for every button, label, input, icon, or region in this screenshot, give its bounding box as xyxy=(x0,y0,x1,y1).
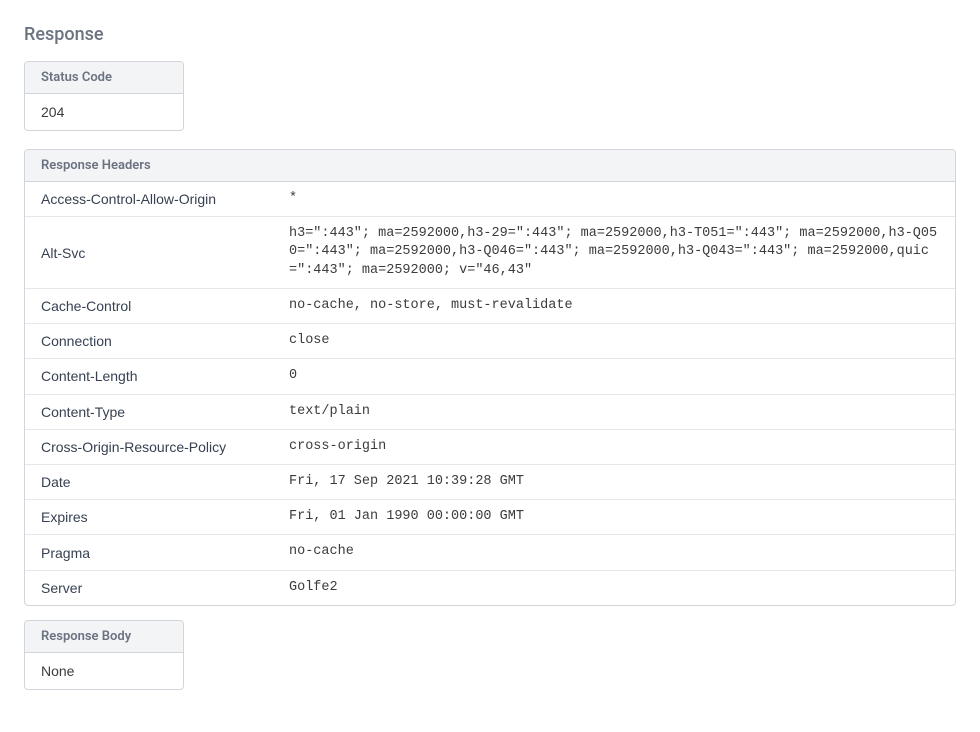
header-value: Fri, 17 Sep 2021 10:39:28 GMT xyxy=(273,464,955,499)
table-row: Content-Length0 xyxy=(25,359,955,394)
status-code-value: 204 xyxy=(25,94,183,130)
header-value: text/plain xyxy=(273,394,955,429)
header-value: 0 xyxy=(273,359,955,394)
header-value: * xyxy=(273,182,955,217)
table-row: ServerGolfe2 xyxy=(25,570,955,605)
response-body-box: Response Body None xyxy=(24,620,184,690)
header-value: no-cache, no-store, must-revalidate xyxy=(273,288,955,323)
response-headers-table: Access-Control-Allow-Origin*Alt-Svch3=":… xyxy=(25,182,955,605)
header-key: Alt-Svc xyxy=(25,217,273,289)
header-key: Content-Type xyxy=(25,394,273,429)
table-row: Cross-Origin-Resource-Policycross-origin xyxy=(25,429,955,464)
table-row: DateFri, 17 Sep 2021 10:39:28 GMT xyxy=(25,464,955,499)
table-row: Pragmano-cache xyxy=(25,535,955,570)
header-key: Connection xyxy=(25,324,273,359)
table-row: Alt-Svch3=":443"; ma=2592000,h3-29=":443… xyxy=(25,217,955,289)
header-value: Fri, 01 Jan 1990 00:00:00 GMT xyxy=(273,500,955,535)
header-key: Content-Length xyxy=(25,359,273,394)
status-code-label: Status Code xyxy=(25,62,183,94)
header-value: no-cache xyxy=(273,535,955,570)
header-value: cross-origin xyxy=(273,429,955,464)
header-key: Server xyxy=(25,570,273,605)
header-key: Expires xyxy=(25,500,273,535)
page-title: Response xyxy=(24,24,956,45)
header-value: close xyxy=(273,324,955,359)
table-row: Connectionclose xyxy=(25,324,955,359)
header-key: Pragma xyxy=(25,535,273,570)
header-key: Cache-Control xyxy=(25,288,273,323)
header-key: Access-Control-Allow-Origin xyxy=(25,182,273,217)
response-headers-box: Response Headers Access-Control-Allow-Or… xyxy=(24,149,956,606)
response-headers-label: Response Headers xyxy=(25,150,955,182)
header-key: Date xyxy=(25,464,273,499)
status-code-box: Status Code 204 xyxy=(24,61,184,131)
header-value: h3=":443"; ma=2592000,h3-29=":443"; ma=2… xyxy=(273,217,955,289)
table-row: ExpiresFri, 01 Jan 1990 00:00:00 GMT xyxy=(25,500,955,535)
table-row: Access-Control-Allow-Origin* xyxy=(25,182,955,217)
table-row: Cache-Controlno-cache, no-store, must-re… xyxy=(25,288,955,323)
response-body-label: Response Body xyxy=(25,621,183,653)
table-row: Content-Typetext/plain xyxy=(25,394,955,429)
header-value: Golfe2 xyxy=(273,570,955,605)
header-key: Cross-Origin-Resource-Policy xyxy=(25,429,273,464)
